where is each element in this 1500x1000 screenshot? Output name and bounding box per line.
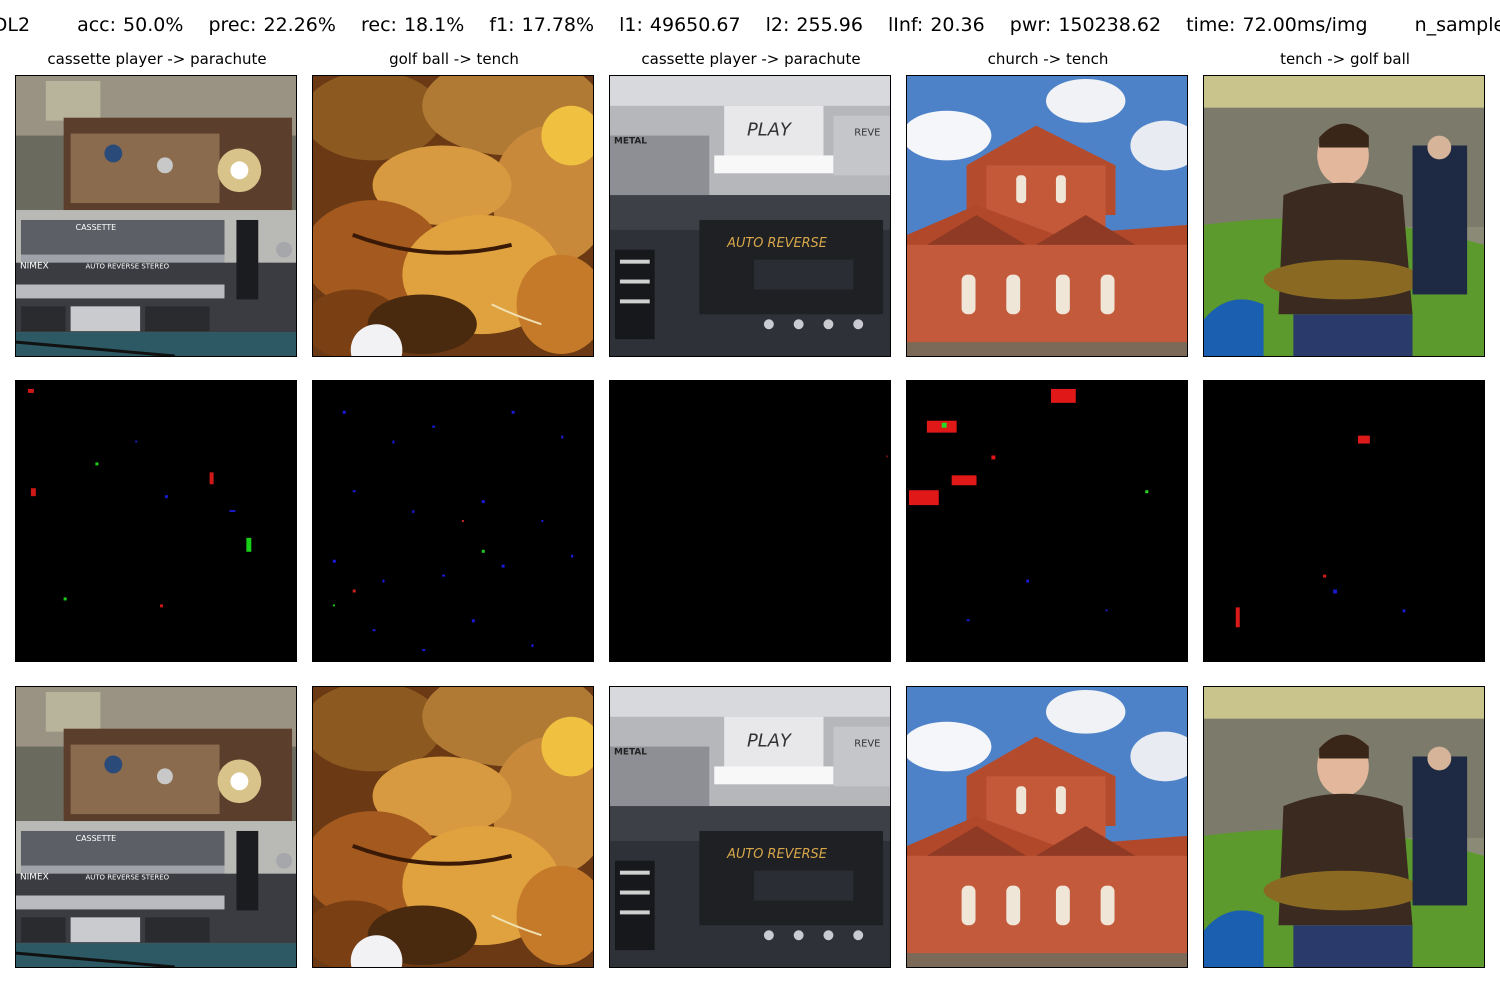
svg-text:REVE: REVE — [854, 128, 880, 139]
original-image-fisherman — [1203, 75, 1485, 357]
attack-name: GDL2 — [0, 14, 31, 36]
cassette-deck-picture: PLAY METAL AUTO REVERSE REVE — [610, 76, 890, 356]
metric-rec: rec: 18.1% — [361, 14, 465, 36]
metric-time: time: 72.00ms/img — [1186, 14, 1368, 36]
metric-pwr: pwr: 150238.62 — [1009, 14, 1162, 36]
metrics-summary: GDL2 acc: 50.0% prec: 22.26% rec: 18.1% … — [0, 14, 1500, 36]
metric-l2: l2: 255.96 — [765, 14, 863, 36]
fisherman-adversarial-picture — [1204, 687, 1484, 967]
cassette-deck-adversarial-picture: PLAY METAL AUTO REVERSE REVE — [610, 687, 890, 967]
column-title-2: golf ball -> tench — [389, 50, 519, 68]
perturbation-map-4 — [906, 380, 1188, 662]
perturbation-noise-2 — [313, 381, 593, 661]
column-title-1: cassette player -> parachute — [47, 50, 267, 68]
svg-text:NIMEX: NIMEX — [20, 262, 49, 272]
cassette-board-picture: CASSETTE NIMEX AUTO REVERSE STEREO — [16, 76, 296, 356]
svg-text:PLAY: PLAY — [747, 120, 793, 141]
svg-text:AUTO REVERSE STEREO: AUTO REVERSE STEREO — [86, 874, 170, 882]
autumn-leaves-adversarial-picture — [313, 687, 593, 967]
autumn-leaves-picture — [313, 76, 593, 356]
svg-text:AUTO REVERSE STEREO: AUTO REVERSE STEREO — [86, 263, 170, 271]
metric-acc: acc: 50.0% — [77, 14, 184, 36]
adversarial-image-church — [906, 686, 1188, 968]
fisherman-picture — [1204, 76, 1484, 356]
perturbation-map-2 — [312, 380, 594, 662]
svg-text:CASSETTE: CASSETTE — [76, 223, 117, 232]
column-title-3: cassette player -> parachute — [641, 50, 861, 68]
svg-text:AUTO REVERSE: AUTO REVERSE — [726, 847, 828, 862]
adversarial-image-fisherman — [1203, 686, 1485, 968]
original-image-autumn-leaves — [312, 75, 594, 357]
perturbation-map-3 — [609, 380, 891, 662]
svg-text:METAL: METAL — [614, 748, 647, 758]
perturbation-noise-5 — [1204, 381, 1484, 661]
original-image-cassette-deck: PLAY METAL AUTO REVERSE REVE — [609, 75, 891, 357]
perturbation-noise-3 — [610, 381, 890, 661]
svg-text:AUTO REVERSE: AUTO REVERSE — [726, 236, 828, 251]
svg-text:METAL: METAL — [614, 137, 647, 147]
perturbation-noise-1 — [16, 381, 296, 661]
church-adversarial-picture — [907, 687, 1187, 967]
cassette-board-adversarial-picture: CASSETTE NIMEX AUTO REVERSE STEREO — [16, 687, 296, 967]
svg-text:PLAY: PLAY — [747, 731, 793, 752]
original-image-church — [906, 75, 1188, 357]
svg-text:CASSETTE: CASSETTE — [76, 834, 117, 843]
metric-f1: f1: 17.78% — [489, 14, 595, 36]
adversarial-image-cassette-board: CASSETTE NIMEX AUTO REVERSE STEREO — [15, 686, 297, 968]
adversarial-image-cassette-deck: PLAY METAL AUTO REVERSE REVE — [609, 686, 891, 968]
adversarial-image-autumn-leaves — [312, 686, 594, 968]
perturbation-map-5 — [1203, 380, 1485, 662]
metric-l1: l1: 49650.67 — [619, 14, 741, 36]
metric-linf: lInf: 20.36 — [887, 14, 985, 36]
svg-text:REVE: REVE — [854, 739, 880, 750]
svg-text:NIMEX: NIMEX — [20, 873, 49, 883]
metric-prec: prec: 22.26% — [208, 14, 336, 36]
metric-n-samples: n_samples: 4 — [1414, 14, 1500, 36]
column-title-5: tench -> golf ball — [1280, 50, 1410, 68]
church-picture — [907, 76, 1187, 356]
original-image-cassette-board: CASSETTE NIMEX AUTO REVERSE STEREO — [15, 75, 297, 357]
perturbation-map-1 — [15, 380, 297, 662]
column-title-4: church -> tench — [987, 50, 1109, 68]
perturbation-noise-4 — [907, 381, 1187, 661]
